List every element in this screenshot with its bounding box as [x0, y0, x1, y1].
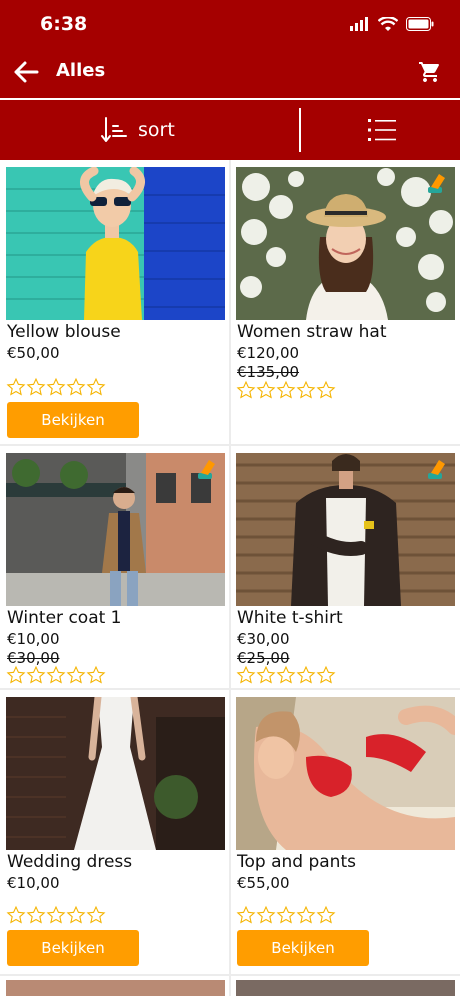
star-icon [66, 905, 86, 924]
product-card[interactable]: Women straw hat €120,00 €135,00 [231, 160, 460, 444]
discount-tag-icon [428, 460, 445, 479]
product-price: €10,00 [7, 630, 60, 648]
product-photo [6, 697, 225, 850]
star-icon [6, 905, 26, 924]
discount-tag-icon [428, 174, 445, 193]
star-icon [236, 380, 256, 399]
star-icon [6, 665, 26, 684]
star-icon [256, 380, 276, 399]
product-card[interactable]: Yellow blouse €50,00 Bekijken [0, 160, 229, 444]
view-button[interactable]: Bekijken [7, 402, 139, 438]
arrow-left-icon [14, 61, 39, 83]
star-icon [316, 905, 336, 924]
view-toggle-button[interactable] [362, 112, 402, 148]
product-image[interactable] [6, 980, 225, 996]
sort-icon [101, 117, 127, 142]
product-photo [236, 453, 455, 606]
star-icon [6, 377, 26, 396]
product-card[interactable]: Winter coat 1 €10,00 €30,00 [0, 446, 229, 688]
discount-tag-icon [198, 460, 215, 479]
wifi-icon [378, 16, 398, 31]
sort-label: sort [138, 119, 175, 141]
star-icon [236, 905, 256, 924]
product-grid: Yellow blouse €50,00 Bekijken Women stra… [0, 160, 460, 996]
rating-stars [6, 664, 106, 686]
product-card[interactable]: White t-shirt €30,00 €25,00 [231, 446, 460, 688]
product-card[interactable]: Top and pants €55,00 Bekijken [231, 690, 460, 974]
star-icon [296, 380, 316, 399]
star-icon [46, 905, 66, 924]
cart-button[interactable] [414, 56, 446, 88]
product-name: Wedding dress [7, 852, 133, 872]
star-icon [256, 665, 276, 684]
toolbar-separator [299, 108, 301, 152]
back-button[interactable] [10, 56, 42, 88]
star-icon [26, 905, 46, 924]
product-price: €120,00 [237, 344, 300, 362]
star-icon [276, 380, 296, 399]
star-icon [26, 665, 46, 684]
rating-stars [236, 904, 336, 926]
star-icon [66, 377, 86, 396]
star-icon [26, 377, 46, 396]
status-icons [350, 14, 434, 34]
product-image[interactable] [236, 167, 455, 320]
product-name: Top and pants [237, 852, 356, 872]
star-icon [296, 665, 316, 684]
product-image[interactable] [236, 697, 455, 850]
product-price: €30,00 [237, 630, 290, 648]
product-name: Winter coat 1 [7, 608, 122, 628]
star-icon [316, 380, 336, 399]
star-icon [86, 377, 106, 396]
rating-stars [236, 664, 336, 686]
product-photo [6, 167, 225, 320]
star-icon [276, 665, 296, 684]
product-photo [236, 697, 455, 850]
star-icon [46, 665, 66, 684]
product-name: White t-shirt [237, 608, 343, 628]
star-icon [276, 905, 296, 924]
star-icon [66, 665, 86, 684]
sort-button[interactable]: sort [100, 110, 220, 150]
product-price: €55,00 [237, 874, 290, 892]
product-image[interactable] [236, 453, 455, 606]
star-icon [46, 377, 66, 396]
product-card[interactable] [231, 976, 460, 996]
product-photo [236, 167, 455, 320]
app-bar: Alles [0, 48, 460, 98]
signal-icon [350, 17, 368, 31]
star-icon [256, 905, 276, 924]
product-price: €50,00 [7, 344, 60, 362]
product-price: €10,00 [7, 874, 60, 892]
product-image[interactable] [6, 453, 225, 606]
toolbar: sort [0, 100, 460, 160]
product-card[interactable]: Wedding dress €10,00 Bekijken [0, 690, 229, 974]
product-card[interactable] [0, 976, 229, 996]
star-icon [296, 905, 316, 924]
product-name: Yellow blouse [7, 322, 121, 342]
battery-icon [406, 17, 434, 31]
rating-stars [6, 376, 106, 398]
product-image[interactable] [6, 697, 225, 850]
status-bar: 6:38 [0, 0, 460, 48]
product-image[interactable] [236, 980, 455, 996]
cart-icon [419, 62, 439, 82]
product-photo [6, 453, 225, 606]
rating-stars [6, 904, 106, 926]
star-icon [316, 665, 336, 684]
view-button[interactable]: Bekijken [7, 930, 139, 966]
status-time: 6:38 [40, 13, 88, 35]
rating-stars [236, 379, 336, 401]
page-title: Alles [56, 60, 106, 81]
view-button[interactable]: Bekijken [237, 930, 369, 966]
star-icon [86, 905, 106, 924]
product-image[interactable] [6, 167, 225, 320]
star-icon [236, 665, 256, 684]
list-view-icon [368, 119, 396, 141]
star-icon [86, 665, 106, 684]
product-name: Women straw hat [237, 322, 387, 342]
